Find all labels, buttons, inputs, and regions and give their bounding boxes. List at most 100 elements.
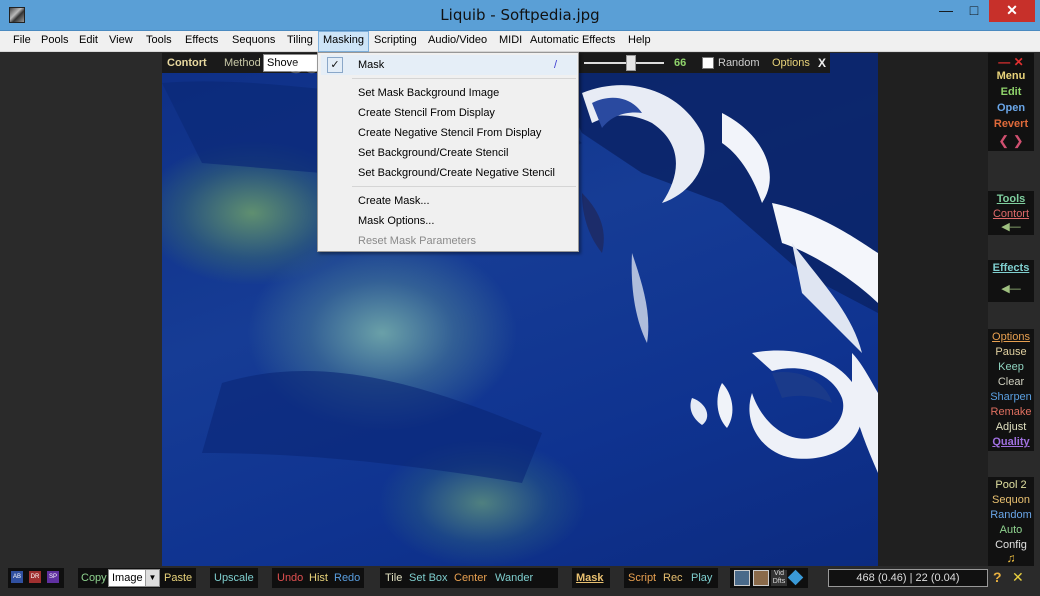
menu-pools[interactable]: Pools — [41, 34, 69, 46]
close-button[interactable]: ✕ — [989, 0, 1035, 22]
random-checkbox[interactable] — [702, 57, 714, 69]
dd-create-mask[interactable]: Create Mask... — [358, 195, 430, 207]
copy-button[interactable]: Copy — [81, 572, 107, 584]
mask-button[interactable]: Mask — [576, 572, 604, 584]
hist-button[interactable]: Hist — [309, 572, 328, 584]
dd-create-stencil-from-display[interactable]: Create Stencil From Display — [358, 107, 495, 119]
edit-button[interactable]: Edit — [988, 86, 1034, 98]
back-arrow-icon[interactable]: ◀— — [988, 220, 1034, 233]
options-button[interactable]: Options — [772, 57, 810, 69]
back-arrow-icon[interactable]: ◀— — [988, 282, 1034, 295]
masking-dropdown: ✓ Mask / Set Mask Background Image Creat… — [317, 52, 579, 252]
undo-button[interactable]: Undo — [277, 572, 303, 584]
bottom-bar: AB DR SP Copy Image ▼ Paste Upscale Undo… — [0, 566, 1040, 596]
tools-box: Tools Contort ◀— — [988, 191, 1034, 235]
sp-icon[interactable]: SP — [47, 571, 59, 583]
keep-button[interactable]: Keep — [988, 361, 1034, 373]
left-panel — [0, 53, 162, 566]
upscale-button[interactable]: Upscale — [214, 572, 254, 584]
effects-button[interactable]: Effects — [988, 262, 1034, 274]
method-label: Method — [224, 57, 261, 69]
chevron-down-icon[interactable]: ▼ — [145, 570, 159, 586]
sharpen-button[interactable]: Sharpen — [988, 391, 1034, 403]
music-note-icon[interactable]: ♫ — [988, 551, 1034, 565]
menu-tools[interactable]: Tools — [146, 34, 172, 46]
random-button[interactable]: Random — [988, 509, 1034, 521]
menu-scripting[interactable]: Scripting — [374, 34, 417, 46]
pause-button[interactable]: Pause — [988, 346, 1034, 358]
right-panel-top-box: — ✕ Menu Edit Open Revert ❮ ❯ — [988, 53, 1034, 151]
close-effects-icon[interactable]: ✕ — [1012, 569, 1024, 586]
dd-mask[interactable]: Mask — [358, 59, 384, 71]
strength-slider-thumb[interactable] — [626, 55, 636, 71]
wander-button[interactable]: Wander — [495, 572, 533, 584]
menu-button[interactable]: Menu — [988, 70, 1034, 82]
adjust-button[interactable]: Adjust — [988, 421, 1034, 433]
remake-button[interactable]: Remake — [988, 406, 1034, 418]
open-button[interactable]: Open — [988, 102, 1034, 114]
menu-sequons[interactable]: Sequons — [232, 34, 275, 46]
minimize-panel-icon[interactable]: — ✕ — [988, 55, 1034, 69]
random-label[interactable]: Random — [718, 57, 760, 69]
contort-label: Contort — [167, 57, 207, 69]
film-icon[interactable] — [753, 570, 769, 586]
slider-value: 66 — [674, 57, 687, 69]
app-window: Liquib - Softpedia.jpg — □ ✕ File Pools … — [0, 0, 1040, 596]
menu-midi[interactable]: MIDI — [499, 34, 522, 46]
check-icon: ✓ — [327, 57, 343, 73]
options-button[interactable]: Options — [988, 331, 1034, 343]
menu-bar: File Pools Edit View Tools Effects Sequo… — [0, 31, 1040, 52]
tools-button[interactable]: Tools — [988, 193, 1034, 205]
right-panel: — ✕ Menu Edit Open Revert ❮ ❯ Tools Cont… — [988, 53, 1040, 566]
dropdown-separator — [352, 78, 576, 79]
dd-mask-options[interactable]: Mask Options... — [358, 215, 434, 227]
dropdown-separator — [352, 186, 576, 187]
dd-set-mask-background-image[interactable]: Set Mask Background Image — [358, 87, 499, 99]
mini-icons-box: AB DR SP — [8, 568, 64, 588]
dd-set-background-create-negative-stencil[interactable]: Set Background/Create Negative Stencil — [358, 167, 555, 179]
pool-button[interactable]: Pool 2 — [988, 479, 1034, 491]
menu-tiling[interactable]: Tiling — [287, 34, 313, 46]
menu-automatic-effects[interactable]: Automatic Effects — [530, 34, 615, 46]
dr-icon[interactable]: DR — [29, 571, 41, 583]
effects-box: Effects ◀— — [988, 260, 1034, 302]
dd-create-negative-stencil[interactable]: Create Negative Stencil From Display — [358, 127, 541, 139]
menu-edit[interactable]: Edit — [79, 34, 98, 46]
photo-icon[interactable] — [734, 570, 750, 586]
auto-button[interactable]: Auto — [988, 524, 1034, 536]
menu-file[interactable]: File — [13, 34, 31, 46]
help-icon[interactable]: ? — [993, 569, 1002, 585]
config-button[interactable]: Config — [988, 539, 1034, 551]
strength-slider-track[interactable] — [584, 62, 664, 64]
redo-button[interactable]: Redo — [334, 572, 360, 584]
quality-button[interactable]: Quality — [988, 436, 1034, 448]
ab-icon[interactable]: AB — [11, 571, 23, 583]
sequon-button[interactable]: Sequon — [988, 494, 1034, 506]
vid-dfts-icon[interactable]: Vid Dfts — [771, 570, 787, 586]
script-button[interactable]: Script — [628, 572, 656, 584]
revert-button[interactable]: Revert — [988, 118, 1034, 130]
clear-button[interactable]: Clear — [988, 376, 1034, 388]
maximize-button[interactable]: □ — [958, 0, 990, 22]
canvas-right-margin — [878, 53, 988, 566]
dd-mask-shortcut: / — [554, 59, 558, 71]
set-box-button[interactable]: Set Box — [409, 572, 448, 584]
menu-view[interactable]: View — [109, 34, 133, 46]
tile-button[interactable]: Tile — [385, 572, 402, 584]
menu-effects[interactable]: Effects — [185, 34, 218, 46]
prev-next-arrows-icon[interactable]: ❮ ❯ — [988, 133, 1034, 149]
menu-audio-video[interactable]: Audio/Video — [428, 34, 487, 46]
center-button[interactable]: Center — [454, 572, 487, 584]
paste-button[interactable]: Paste — [164, 572, 192, 584]
close-strip-button[interactable]: X — [818, 56, 826, 70]
window-title: Liquib - Softpedia.jpg — [440, 6, 600, 24]
play-button[interactable]: Play — [691, 572, 712, 584]
contort-button[interactable]: Contort — [988, 208, 1034, 220]
options-box: Options Pause Keep Clear Sharpen Remake … — [988, 329, 1034, 451]
dd-set-background-create-stencil[interactable]: Set Background/Create Stencil — [358, 147, 508, 159]
image-select[interactable]: Image ▼ — [108, 569, 160, 587]
rec-button[interactable]: Rec — [663, 572, 683, 584]
menu-masking[interactable]: Masking — [318, 31, 369, 52]
pool-box: Pool 2 Sequon Random Auto Config ♫ — [988, 477, 1034, 566]
menu-help[interactable]: Help — [628, 34, 651, 46]
